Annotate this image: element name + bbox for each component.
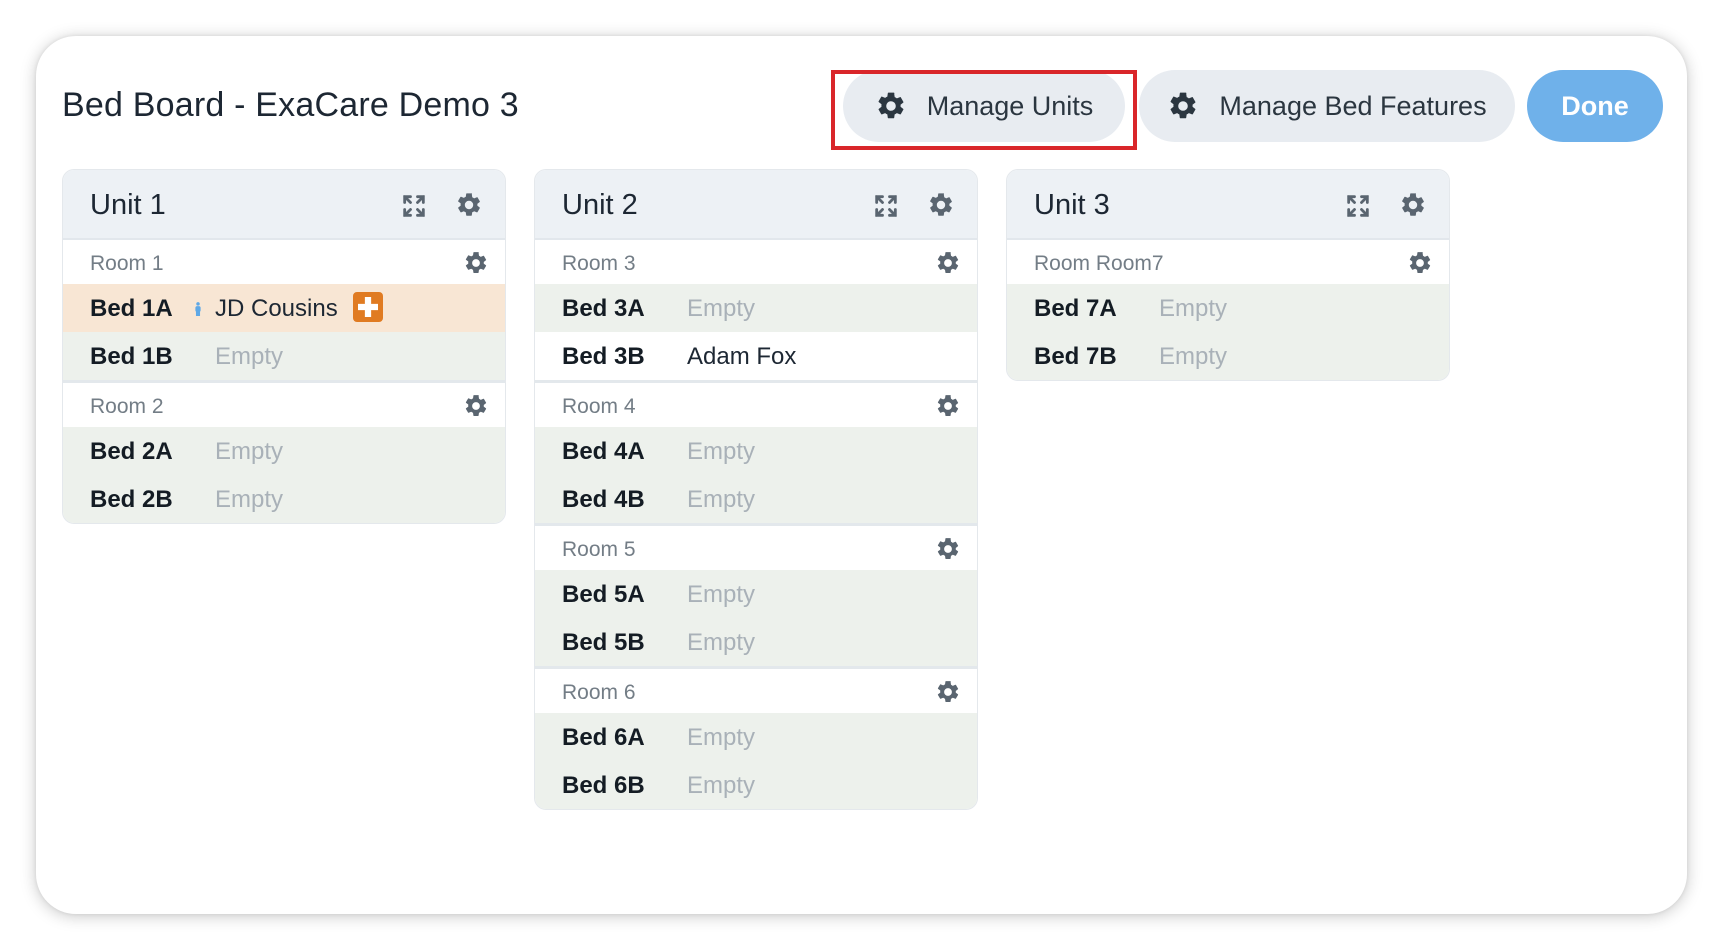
bed-row[interactable]: Bed 6A Empty — [535, 713, 977, 761]
medical-cross-icon[interactable] — [353, 292, 383, 322]
bed-row[interactable]: Bed 3A Empty — [535, 284, 977, 332]
bed-row[interactable]: Bed 6B Empty — [535, 761, 977, 809]
empty-status: Empty — [687, 438, 756, 465]
bed-row[interactable]: Bed 7B Empty — [1007, 332, 1449, 380]
gear-icon — [1170, 92, 1196, 119]
room-label: Room Room7 — [1034, 252, 1164, 275]
bed-row[interactable]: Bed 2A Empty — [63, 427, 505, 475]
manage-units-label: Manage Units — [926, 90, 1094, 121]
empty-status: Empty — [215, 438, 284, 465]
room-label: Room 3 — [562, 252, 636, 275]
unit-header: Unit 3 — [1007, 170, 1449, 240]
gear-icon[interactable] — [1399, 191, 1427, 219]
empty-status: Empty — [215, 486, 284, 513]
room-header: Room 2 — [63, 383, 505, 427]
done-button[interactable]: Done — [1527, 70, 1663, 142]
bed-label: Bed 3B — [562, 343, 645, 370]
bed-label: Bed 4A — [562, 438, 645, 465]
unit-header: Unit 2 — [535, 170, 977, 240]
gear-icon — [878, 92, 904, 119]
gear-icon[interactable] — [935, 393, 961, 419]
gear-icon[interactable] — [1407, 250, 1433, 276]
bed-label: Bed 6B — [562, 772, 645, 799]
patient-name: JD Cousins — [215, 295, 338, 322]
expand-icon[interactable] — [872, 192, 900, 220]
gear-icon[interactable] — [463, 250, 489, 276]
bed-row[interactable]: Bed 5B Empty — [535, 618, 977, 666]
gear-icon[interactable] — [455, 191, 483, 219]
room-header: Room Room7 — [1007, 240, 1449, 284]
unit-column: Unit 1 Room 1 Bed 1A JD Cousins Bed 1B Empty R… — [62, 169, 506, 524]
bed-row[interactable]: Bed 2B Empty — [63, 475, 505, 523]
room-label: Room 6 — [562, 681, 636, 704]
bed-label: Bed 5B — [562, 629, 645, 656]
bed-board-modal: Bed Board - ExaCare Demo 3 Manage Units … — [36, 36, 1687, 914]
gear-icon[interactable] — [935, 679, 961, 705]
expand-icon[interactable] — [1344, 192, 1372, 220]
gear-icon[interactable] — [935, 536, 961, 562]
bed-row[interactable]: Bed 5A Empty — [535, 570, 977, 618]
bed-row[interactable]: Bed 7A Empty — [1007, 284, 1449, 332]
empty-status: Empty — [687, 581, 756, 608]
bed-row[interactable]: Bed 4B Empty — [535, 475, 977, 523]
room-label: Room 4 — [562, 395, 636, 418]
bed-row[interactable]: Bed 3B Adam Fox — [535, 332, 977, 380]
room-header: Room 3 — [535, 240, 977, 284]
bed-row[interactable]: Bed 1B Empty — [63, 332, 505, 380]
bed-label: Bed 1B — [90, 343, 173, 370]
room-header: Room 1 — [63, 240, 505, 284]
modal-header: Bed Board - ExaCare Demo 3 Manage Units … — [36, 36, 1687, 176]
gear-icon[interactable] — [935, 250, 961, 276]
manage-bed-features-label: Manage Bed Features — [1219, 90, 1487, 121]
bed-label: Bed 6A — [562, 724, 645, 751]
room-header: Room 6 — [535, 669, 977, 713]
empty-status: Empty — [687, 772, 756, 799]
bed-label: Bed 2A — [90, 438, 173, 465]
unit-column: Unit 3 Room Room7 Bed 7A Empty Bed 7B Empty — [1006, 169, 1450, 381]
expand-icon[interactable] — [400, 192, 428, 220]
bed-label: Bed 7B — [1034, 343, 1117, 370]
gear-icon[interactable] — [927, 191, 955, 219]
bed-label: Bed 3A — [562, 295, 645, 322]
patient-name: Adam Fox — [687, 343, 797, 370]
room-label: Room 1 — [90, 252, 164, 275]
bed-label: Bed 5A — [562, 581, 645, 608]
page-title: Bed Board - ExaCare Demo 3 — [62, 86, 519, 124]
room-header: Room 5 — [535, 526, 977, 570]
bed-label: Bed 2B — [90, 486, 173, 513]
unit-title: Unit 3 — [1034, 189, 1110, 221]
empty-status: Empty — [687, 629, 756, 656]
manage-bed-features-button[interactable]: Manage Bed Features — [1139, 70, 1515, 142]
bed-row[interactable]: Bed 4A Empty — [535, 427, 977, 475]
room-label: Room 5 — [562, 538, 636, 561]
empty-status: Empty — [1159, 295, 1228, 322]
bed-label: Bed 4B — [562, 486, 645, 513]
empty-status: Empty — [687, 724, 756, 751]
person-icon — [195, 302, 201, 316]
bed-row[interactable]: Bed 1A JD Cousins — [63, 284, 505, 332]
bed-label: Bed 7A — [1034, 295, 1117, 322]
gear-icon[interactable] — [463, 393, 489, 419]
room-label: Room 2 — [90, 395, 164, 418]
unit-title: Unit 1 — [90, 189, 166, 221]
unit-title: Unit 2 — [562, 189, 638, 221]
empty-status: Empty — [215, 343, 284, 370]
empty-status: Empty — [687, 486, 756, 513]
unit-column: Unit 2 Room 3 Bed 3A Empty Bed 3B Adam Fox Roo… — [534, 169, 978, 810]
bed-label: Bed 1A — [90, 295, 173, 322]
manage-units-button[interactable]: Manage Units — [843, 70, 1125, 142]
empty-status: Empty — [1159, 343, 1228, 370]
empty-status: Empty — [687, 295, 756, 322]
unit-header: Unit 1 — [63, 170, 505, 240]
room-header: Room 4 — [535, 383, 977, 427]
